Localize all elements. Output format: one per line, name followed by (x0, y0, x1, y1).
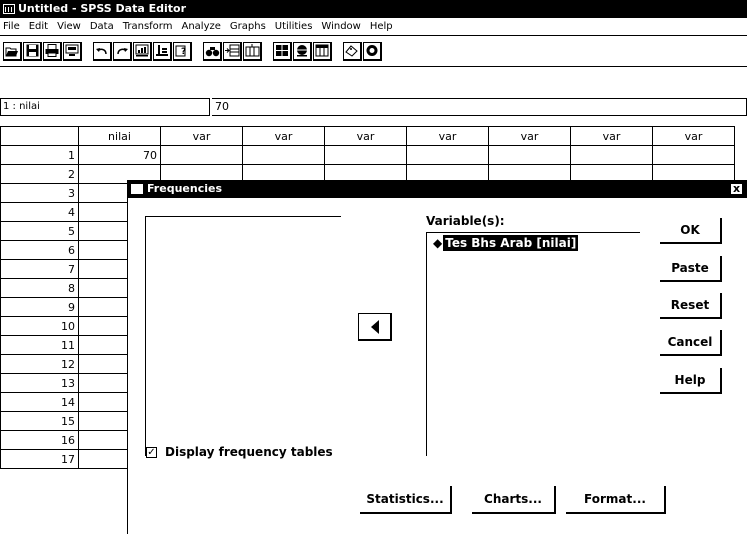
grid-header-row: nilai var var var var var var var (0, 126, 735, 146)
cell-reference: 1 : nilai (0, 98, 210, 116)
dialog-recall-icon[interactable] (63, 41, 82, 61)
source-variable-list[interactable] (145, 216, 341, 456)
row-number[interactable]: 15 (0, 411, 79, 431)
help-button[interactable]: Help (660, 368, 722, 394)
variables-label: Variable(s): (426, 214, 505, 228)
window-title: Untitled - SPSS Data Editor (18, 2, 187, 15)
cancel-button[interactable]: Cancel (660, 330, 722, 356)
row-number[interactable]: 8 (0, 278, 79, 298)
menu-graphs[interactable]: Graphs (230, 21, 266, 32)
ok-button[interactable]: OK (660, 218, 722, 244)
column-header-var[interactable]: var (488, 126, 571, 146)
data-cell[interactable] (406, 145, 489, 165)
insert-case-icon[interactable] (223, 41, 242, 61)
data-cell[interactable]: 70 (78, 145, 161, 165)
column-header-nilai[interactable]: nilai (78, 126, 161, 146)
row-number[interactable]: 13 (0, 373, 79, 393)
checkbox[interactable]: ✓ (146, 446, 157, 458)
menu-help[interactable]: Help (370, 21, 393, 32)
variable-name: Tes Bhs Arab [nilai] (443, 235, 579, 251)
find-icon[interactable] (203, 41, 222, 61)
menu-data[interactable]: Data (90, 21, 114, 32)
print-icon[interactable] (43, 41, 62, 61)
dialog-title: Frequencies (147, 182, 222, 195)
goto-chart-icon[interactable] (133, 41, 152, 61)
statistics-button[interactable]: Statistics... (360, 486, 452, 514)
menu-analyze[interactable]: Analyze (181, 21, 220, 32)
column-header-var[interactable]: var (242, 126, 325, 146)
frequencies-dialog: Frequencies x Variable(s): ◆ Tes Bhs Ara… (127, 180, 747, 534)
spss-app-icon[interactable] (3, 4, 15, 14)
menu-window[interactable]: Window (321, 21, 360, 32)
data-cell[interactable] (160, 145, 243, 165)
row-number[interactable]: 9 (0, 297, 79, 317)
undo-icon[interactable] (93, 41, 112, 61)
dialog-icon (131, 184, 143, 194)
insert-variable-icon[interactable] (243, 41, 262, 61)
variables-icon[interactable]: ? (173, 41, 192, 61)
goto-case-icon[interactable] (153, 41, 172, 61)
reset-button[interactable]: Reset (660, 293, 722, 319)
column-header-var[interactable]: var (160, 126, 243, 146)
diamond-icon: ◆ (433, 236, 443, 250)
window-title-bar: Untitled - SPSS Data Editor (0, 0, 747, 18)
row-number[interactable]: 10 (0, 316, 79, 336)
menu-utilities[interactable]: Utilities (275, 21, 313, 32)
column-header-var[interactable]: var (570, 126, 653, 146)
dialog-title-bar[interactable]: Frequencies x (128, 180, 747, 198)
row-number[interactable]: 11 (0, 335, 79, 355)
row-number[interactable]: 16 (0, 430, 79, 450)
menu-view[interactable]: View (57, 21, 81, 32)
use-sets-icon[interactable] (363, 41, 382, 61)
paste-button[interactable]: Paste (660, 256, 722, 282)
row-number[interactable]: 1 (0, 145, 79, 165)
row-number[interactable]: 17 (0, 449, 79, 469)
checkbox-label: Display frequency tables (165, 445, 333, 459)
menu-file[interactable]: File (3, 21, 20, 32)
format-button[interactable]: Format... (566, 486, 666, 514)
row-number[interactable]: 3 (0, 183, 79, 203)
row-number[interactable]: 12 (0, 354, 79, 374)
toolbar-divider (0, 66, 747, 67)
grid-corner[interactable] (0, 126, 79, 146)
row-number[interactable]: 6 (0, 240, 79, 260)
split-file-icon[interactable] (273, 41, 292, 61)
list-item[interactable]: ◆ Tes Bhs Arab [nilai] (433, 235, 579, 251)
arrow-left-icon (370, 319, 379, 334)
close-icon[interactable]: x (730, 183, 743, 195)
table-row: 1 70 (0, 145, 735, 165)
data-cell[interactable] (324, 145, 407, 165)
svg-text:?: ? (181, 47, 186, 57)
charts-button[interactable]: Charts... (472, 486, 556, 514)
column-header-var[interactable]: var (324, 126, 407, 146)
row-number[interactable]: 5 (0, 221, 79, 241)
save-icon[interactable] (23, 41, 42, 61)
weight-cases-icon[interactable] (293, 41, 312, 61)
redo-icon[interactable] (113, 41, 132, 61)
row-number[interactable]: 2 (0, 164, 79, 184)
menu-edit[interactable]: Edit (29, 21, 48, 32)
selected-variables-list[interactable]: ◆ Tes Bhs Arab [nilai] (426, 232, 640, 456)
data-cell[interactable] (652, 145, 735, 165)
column-header-var[interactable]: var (652, 126, 735, 146)
row-number[interactable]: 4 (0, 202, 79, 222)
menu-transform[interactable]: Transform (123, 21, 173, 32)
move-variable-button[interactable] (358, 313, 392, 341)
open-icon[interactable] (3, 41, 22, 61)
data-cell[interactable] (570, 145, 653, 165)
row-number[interactable]: 14 (0, 392, 79, 412)
toolbar: ? (0, 36, 747, 66)
column-header-var[interactable]: var (406, 126, 489, 146)
row-number[interactable]: 7 (0, 259, 79, 279)
value-labels-icon[interactable] (343, 41, 362, 61)
select-cases-icon[interactable] (313, 41, 332, 61)
display-frequency-tables-option[interactable]: ✓ Display frequency tables (146, 445, 333, 459)
menu-bar: File Edit View Data Transform Analyze Gr… (0, 18, 747, 36)
data-cell[interactable] (488, 145, 571, 165)
cell-editor-input[interactable]: 70 (212, 98, 747, 116)
data-cell[interactable] (242, 145, 325, 165)
